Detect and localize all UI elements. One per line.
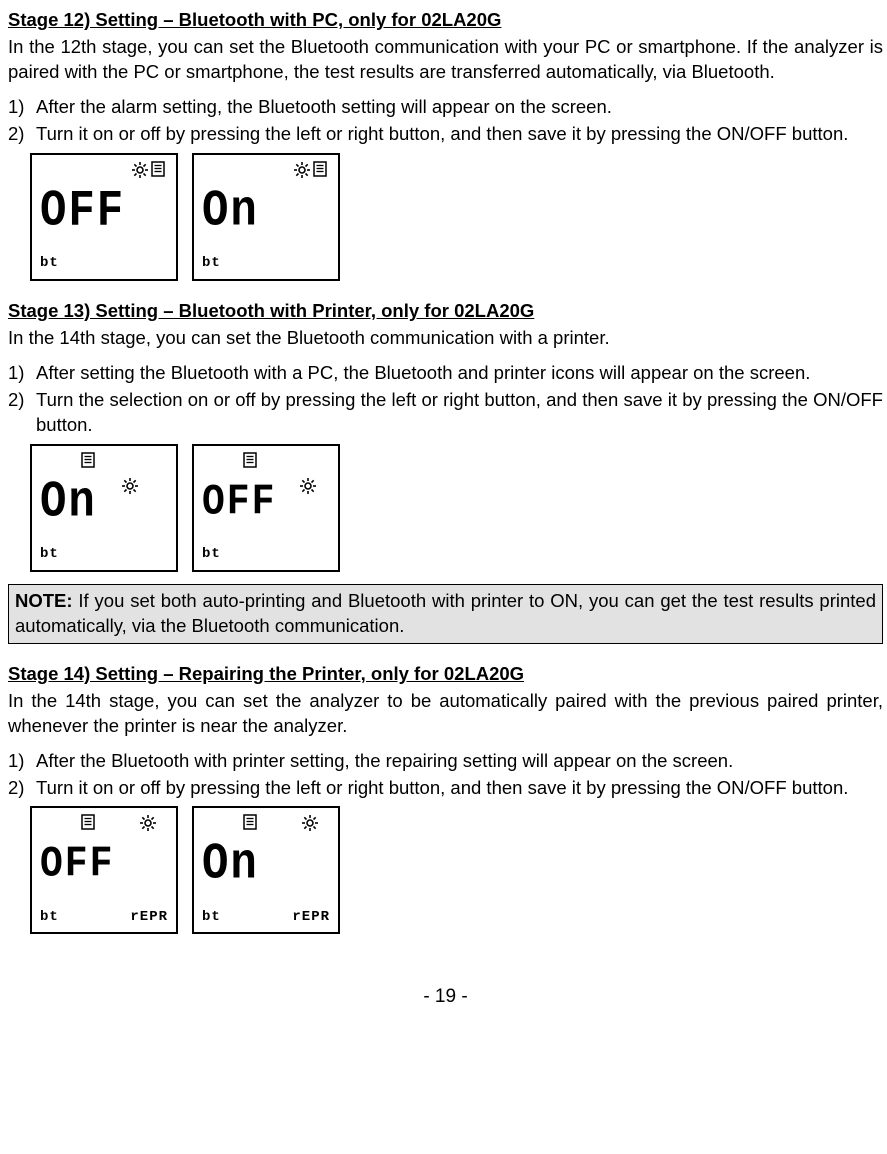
list-item: 2)Turn it on or off by pressing the left… xyxy=(8,122,883,147)
lcd-bt-label: bt xyxy=(40,254,59,273)
lcd-bt-label: bt xyxy=(202,254,221,273)
gear-icon xyxy=(140,815,156,831)
gear-icon xyxy=(302,815,318,831)
lcd-screen: OFF bt xyxy=(192,444,340,572)
lcd-main-value: OFF xyxy=(40,844,114,888)
stage-13-steps: 1)After setting the Bluetooth with a PC,… xyxy=(8,361,883,438)
list-item: 2)Turn it on or off by pressing the left… xyxy=(8,776,883,801)
step-text: After the Bluetooth with printer setting… xyxy=(36,749,883,774)
stage-12-heading: Stage 12) Setting – Bluetooth with PC, o… xyxy=(8,8,883,33)
step-number: 2) xyxy=(8,388,36,413)
list-item: 1)After setting the Bluetooth with a PC,… xyxy=(8,361,883,386)
document-icon xyxy=(80,814,96,830)
gear-icon xyxy=(132,162,148,178)
lcd-screen: OFF bt xyxy=(30,153,178,281)
lcd-repr-label: rEPR xyxy=(292,908,330,927)
step-text: Turn the selection on or off by pressing… xyxy=(36,388,883,438)
stage-14-lcd-row: OFF bt rEPR On bt rEPR xyxy=(30,806,883,934)
step-text: Turn it on or off by pressing the left o… xyxy=(36,122,883,147)
lcd-screen: On bt rEPR xyxy=(192,806,340,934)
list-item: 2)Turn the selection on or off by pressi… xyxy=(8,388,883,438)
list-item: 1)After the alarm setting, the Bluetooth… xyxy=(8,95,883,120)
note-box: NOTE: If you set both auto-printing and … xyxy=(8,584,883,644)
document-icon xyxy=(312,161,328,177)
stage-13: Stage 13) Setting – Bluetooth with Print… xyxy=(8,299,883,644)
step-text: After the alarm setting, the Bluetooth s… xyxy=(36,95,883,120)
stage-14: Stage 14) Setting – Repairing the Printe… xyxy=(8,662,883,935)
step-number: 1) xyxy=(8,749,36,774)
lcd-bt-label: bt xyxy=(40,545,59,564)
step-number: 1) xyxy=(8,361,36,386)
stage-13-heading: Stage 13) Setting – Bluetooth with Print… xyxy=(8,299,883,324)
note-label: NOTE: xyxy=(15,590,73,611)
lcd-main-value: OFF xyxy=(202,481,276,525)
lcd-main-value: On xyxy=(202,187,259,238)
lcd-screen: On bt xyxy=(192,153,340,281)
stage-12: Stage 12) Setting – Bluetooth with PC, o… xyxy=(8,8,883,281)
lcd-main-value: OFF xyxy=(40,187,125,238)
stage-12-lcd-row: OFF bt On bt xyxy=(30,153,883,281)
page-number: - 19 - xyxy=(8,984,883,1010)
stage-13-lcd-row: On bt OFF bt xyxy=(30,444,883,572)
gear-icon xyxy=(294,162,310,178)
stage-14-heading: Stage 14) Setting – Repairing the Printe… xyxy=(8,662,883,687)
stage-14-intro: In the 14th stage, you can set the analy… xyxy=(8,689,883,739)
lcd-screen: OFF bt rEPR xyxy=(30,806,178,934)
step-number: 2) xyxy=(8,776,36,801)
lcd-main-value: On xyxy=(202,840,259,891)
stage-12-intro: In the 12th stage, you can set the Bluet… xyxy=(8,35,883,85)
document-icon xyxy=(80,452,96,468)
lcd-screen: On bt xyxy=(30,444,178,572)
step-number: 2) xyxy=(8,122,36,147)
lcd-bt-label: bt xyxy=(40,908,59,927)
document-icon xyxy=(242,452,258,468)
document-icon xyxy=(242,814,258,830)
stage-14-steps: 1)After the Bluetooth with printer setti… xyxy=(8,749,883,801)
stage-12-steps: 1)After the alarm setting, the Bluetooth… xyxy=(8,95,883,147)
lcd-bt-label: bt xyxy=(202,545,221,564)
step-text: After setting the Bluetooth with a PC, t… xyxy=(36,361,883,386)
step-text: Turn it on or off by pressing the left o… xyxy=(36,776,883,801)
lcd-bt-label: bt xyxy=(202,908,221,927)
list-item: 1)After the Bluetooth with printer setti… xyxy=(8,749,883,774)
lcd-repr-label: rEPR xyxy=(130,908,168,927)
step-number: 1) xyxy=(8,95,36,120)
lcd-main-value: On xyxy=(40,477,97,528)
stage-13-intro: In the 14th stage, you can set the Bluet… xyxy=(8,326,883,351)
document-icon xyxy=(150,161,166,177)
note-text: If you set both auto-printing and Blueto… xyxy=(15,590,876,636)
